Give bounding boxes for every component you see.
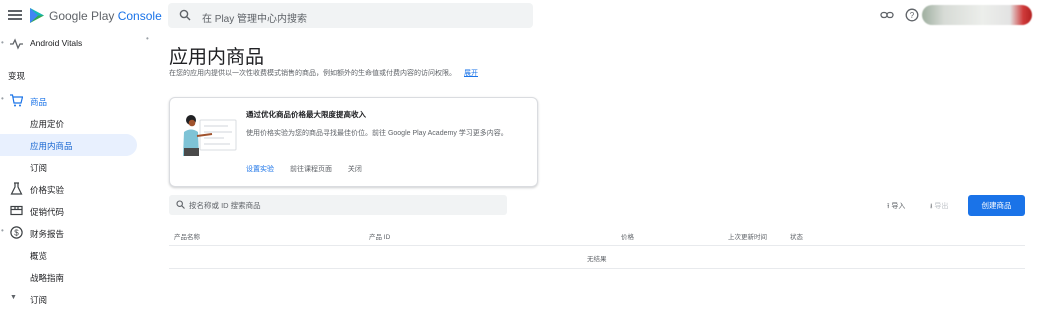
import-label: 导入 <box>891 203 906 210</box>
export-button[interactable]: ⭳ 导出 <box>930 201 948 213</box>
flask-icon <box>10 182 23 195</box>
sidebar-item-label: 财务报告 <box>30 229 65 239</box>
sidebar-item-label: 应用定价 <box>30 119 65 129</box>
page-title: 应用内商品 <box>169 47 265 68</box>
sidebar-item-label: 商品 <box>30 97 48 107</box>
close-card-button[interactable]: 关闭 <box>348 166 362 173</box>
sidebar-item-subscriptions-report[interactable]: ▼ 订阅 <box>0 288 137 310</box>
sidebar-item-app-pricing[interactable]: 应用定价 <box>0 112 137 134</box>
collapse-dot: • <box>1 226 4 235</box>
column-header-name[interactable]: 产品名称 <box>174 231 200 241</box>
dollar-icon: $ <box>10 226 23 239</box>
search-placeholder: 在 Play 管理中心内搜索 <box>202 14 308 25</box>
page-description-text: 在您的应用内提供以一次性收费模式销售的商品，例如额外的生命值或付费内容的访问权限… <box>169 70 456 77</box>
sidebar-item-label: 价格实验 <box>30 185 65 195</box>
divider <box>169 268 1025 269</box>
sidebar-item-financial-reports[interactable]: • $ 财务报告 <box>0 222 137 244</box>
promo-icon <box>10 205 23 216</box>
chevron-down-icon: ▼ <box>10 294 17 301</box>
sidebar-item-promo-codes[interactable]: 促销代码 <box>0 200 137 222</box>
account-avatar[interactable] <box>922 5 1032 25</box>
sidebar-item-label: 战略指南 <box>30 273 65 283</box>
create-product-button[interactable]: 创建商品 <box>968 195 1025 216</box>
expand-link[interactable]: 展开 <box>464 70 478 77</box>
brand-accent-text: Console <box>117 9 162 23</box>
sidebar-item-overview[interactable]: 概览 <box>0 244 137 266</box>
sidebar-item-strategy-guide[interactable]: 战略指南 <box>0 266 137 288</box>
promo-card: 通过优化商品价格最大限度提高收入 使用价格实验为您的商品寻找最佳价位。前往 Go… <box>169 97 538 187</box>
play-console-logo <box>30 8 44 23</box>
menu-icon[interactable] <box>8 8 22 22</box>
search-icon <box>179 9 191 21</box>
academy-illustration-icon <box>183 115 237 156</box>
card-title: 通过优化商品价格最大限度提高收入 <box>246 110 366 119</box>
setup-experiment-button[interactable]: 设置实验 <box>246 166 274 173</box>
search-icon <box>176 200 185 209</box>
help-icon[interactable]: ? <box>905 8 919 22</box>
vitals-icon <box>10 38 23 50</box>
column-header-id[interactable]: 产品 ID <box>369 231 390 241</box>
product-search-input[interactable]: 按名称或 ID 搜索商品 <box>169 195 507 215</box>
empty-state-text: 无结果 <box>587 256 607 263</box>
app-title[interactable]: Google Play Console <box>49 9 162 23</box>
brand-text: Google Play <box>49 9 115 23</box>
cart-icon <box>10 94 23 107</box>
card-body: 使用价格实验为您的商品寻找最佳价位。前往 Google Play Academy… <box>246 130 508 137</box>
global-search-input[interactable]: 在 Play 管理中心内搜索 <box>168 3 533 28</box>
product-search-placeholder: 按名称或 ID 搜索商品 <box>189 201 261 210</box>
sidebar-item-label: 订阅 <box>30 163 48 173</box>
top-app-bar: Google Play Console 在 Play 管理中心内搜索 ? <box>0 0 1044 32</box>
column-header-status[interactable]: 状态 <box>790 231 803 241</box>
sidebar-item-label: 概览 <box>30 251 48 261</box>
sidebar: • Android Vitals 变现 • 商品 应用定价 应用内商品 订阅 价… <box>0 32 150 305</box>
sidebar-item-android-vitals[interactable]: Android Vitals <box>0 32 137 54</box>
export-label: 导出 <box>934 203 949 210</box>
card-actions: 设置实验 前往课程页面 关闭 <box>246 164 376 174</box>
upload-icon: ⭱ <box>887 203 890 210</box>
link-icon[interactable] <box>880 8 894 22</box>
svg-text:$: $ <box>14 228 19 237</box>
column-header-price[interactable]: 价格 <box>621 231 634 241</box>
sidebar-item-label: Android Vitals <box>30 38 83 48</box>
divider <box>169 245 1025 246</box>
collapse-dot: • <box>1 94 4 103</box>
sidebar-item-label: 促销代码 <box>30 207 65 217</box>
table-header: 产品名称 产品 ID 价格 上次更新时间 状态 <box>169 231 1025 243</box>
sidebar-item-products[interactable]: • 商品 <box>0 90 137 112</box>
page-description: 在您的应用内提供以一次性收费模式销售的商品，例如额外的生命值或付费内容的访问权限… <box>169 68 478 78</box>
sidebar-item-label: 应用内商品 <box>30 141 73 151</box>
go-to-course-button[interactable]: 前往课程页面 <box>290 166 332 173</box>
collapse-dot: • <box>146 34 149 43</box>
sidebar-item-price-experiments[interactable]: 价格实验 <box>0 178 137 200</box>
import-button[interactable]: ⭱ 导入 <box>887 201 905 213</box>
download-icon: ⭳ <box>930 203 933 210</box>
column-header-updated[interactable]: 上次更新时间 <box>728 231 767 241</box>
sidebar-item-label: 订阅 <box>30 295 48 305</box>
main-content: • 应用内商品 在您的应用内提供以一次性收费模式销售的商品，例如额外的生命值或付… <box>146 32 1044 301</box>
sidebar-item-in-app-products[interactable]: 应用内商品 <box>0 134 137 156</box>
sidebar-item-subscriptions[interactable]: 订阅 <box>0 156 137 178</box>
sidebar-section-monetize: 变现 <box>8 71 26 81</box>
svg-text:?: ? <box>910 11 915 20</box>
